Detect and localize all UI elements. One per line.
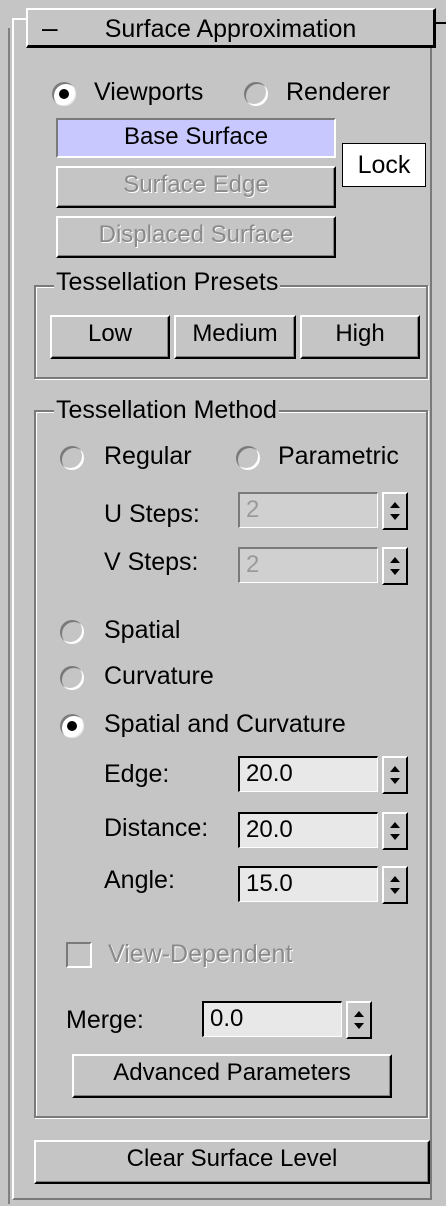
spinner-down-icon[interactable] bbox=[390, 834, 400, 840]
surface-edge-button[interactable]: Surface Edge bbox=[56, 166, 336, 208]
renderer-label: Renderer bbox=[286, 78, 391, 106]
distance-label: Distance: bbox=[104, 814, 209, 842]
displaced-surface-button[interactable]: Displaced Surface bbox=[56, 216, 336, 258]
view-dependent-checkbox[interactable] bbox=[66, 942, 92, 968]
spinner-up-icon[interactable] bbox=[390, 766, 400, 772]
edge-spinner[interactable] bbox=[382, 756, 408, 794]
tessellation-presets-title: Tessellation Presets bbox=[54, 268, 281, 297]
spinner-down-icon[interactable] bbox=[390, 569, 400, 575]
spinner-up-icon[interactable] bbox=[390, 557, 400, 563]
spinner-down-icon[interactable] bbox=[390, 778, 400, 784]
parametric-radio[interactable] bbox=[236, 446, 260, 470]
radio-selected-icon bbox=[59, 89, 69, 99]
angle-spinner[interactable] bbox=[382, 866, 408, 904]
angle-label: Angle: bbox=[104, 866, 175, 894]
regular-radio[interactable] bbox=[60, 446, 84, 470]
merge-spinner[interactable] bbox=[346, 1001, 372, 1039]
rollout-title: Surface Approximation bbox=[104, 15, 357, 43]
curvature-label: Curvature bbox=[104, 662, 214, 690]
viewports-radio[interactable] bbox=[52, 82, 76, 106]
spinner-down-icon[interactable] bbox=[390, 888, 400, 894]
edge-label: Edge: bbox=[104, 760, 170, 788]
tessellation-method-title: Tessellation Method bbox=[54, 396, 279, 425]
v-steps-spinner[interactable] bbox=[382, 547, 408, 585]
preset-low-button[interactable]: Low bbox=[50, 315, 170, 359]
spinner-up-icon[interactable] bbox=[390, 876, 400, 882]
merge-label: Merge: bbox=[66, 1006, 144, 1034]
advanced-parameters-button[interactable]: Advanced Parameters bbox=[72, 1054, 392, 1098]
angle-field[interactable]: 15.0 bbox=[238, 866, 378, 902]
spinner-down-icon[interactable] bbox=[390, 514, 400, 520]
u-steps-spinner[interactable] bbox=[382, 492, 408, 530]
regular-label: Regular bbox=[104, 442, 192, 470]
distance-spinner[interactable] bbox=[382, 812, 408, 850]
spatial-label: Spatial bbox=[104, 616, 181, 644]
edge-field[interactable]: 20.0 bbox=[238, 756, 378, 792]
preset-high-button[interactable]: High bbox=[300, 315, 420, 359]
parametric-label: Parametric bbox=[278, 442, 399, 470]
spinner-up-icon[interactable] bbox=[390, 502, 400, 508]
distance-field[interactable]: 20.0 bbox=[238, 812, 378, 848]
spinner-down-icon[interactable] bbox=[354, 1023, 364, 1029]
preset-medium-button[interactable]: Medium bbox=[174, 315, 296, 359]
clear-surface-level-button[interactable]: Clear Surface Level bbox=[34, 1140, 430, 1184]
spinner-up-icon[interactable] bbox=[354, 1011, 364, 1017]
header-divider bbox=[436, 22, 446, 24]
spatial-and-curvature-radio[interactable] bbox=[60, 714, 84, 738]
u-steps-field[interactable]: 2 bbox=[238, 492, 378, 528]
u-steps-label: U Steps: bbox=[104, 500, 200, 528]
v-steps-label: V Steps: bbox=[104, 548, 199, 576]
merge-field[interactable]: 0.0 bbox=[202, 1001, 342, 1037]
v-steps-field[interactable]: 2 bbox=[238, 547, 378, 583]
renderer-radio[interactable] bbox=[244, 82, 268, 106]
spatial-and-curvature-label: Spatial and Curvature bbox=[104, 710, 346, 738]
spinner-up-icon[interactable] bbox=[390, 822, 400, 828]
base-surface-button[interactable]: Base Surface bbox=[56, 118, 336, 158]
lock-button[interactable]: Lock bbox=[342, 143, 426, 187]
view-dependent-label: View-Dependent bbox=[108, 940, 293, 968]
radio-selected-icon bbox=[67, 721, 77, 731]
viewports-label: Viewports bbox=[94, 78, 204, 106]
spatial-radio[interactable] bbox=[60, 620, 84, 644]
rollout-edge bbox=[8, 28, 10, 1204]
rollout-header[interactable]: – Surface Approximation bbox=[26, 8, 436, 48]
curvature-radio[interactable] bbox=[60, 666, 84, 690]
